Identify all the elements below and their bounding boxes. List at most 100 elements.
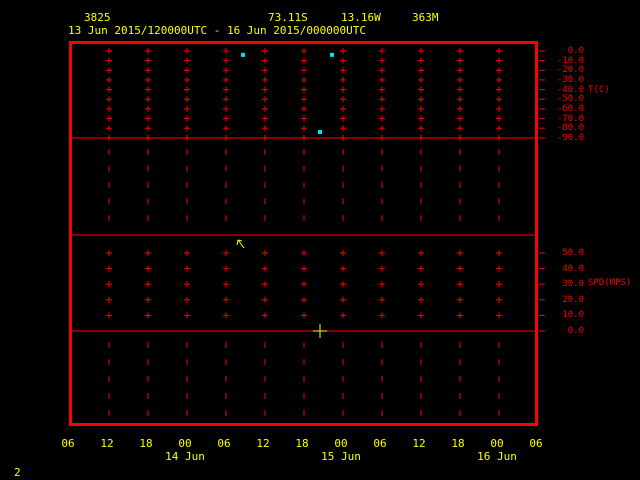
grid-cross <box>262 250 268 256</box>
grid-cross <box>418 48 424 54</box>
temperature-tick-label: -70.0 <box>556 113 584 124</box>
grid-cross <box>457 125 463 132</box>
grid-cross <box>340 67 346 74</box>
grid-cross <box>418 125 424 132</box>
x-axis-hour-label: 06 <box>61 437 75 450</box>
grid-cross <box>496 67 502 74</box>
grid-cross <box>184 96 190 103</box>
grid-cross <box>262 76 268 83</box>
grid-cross <box>184 86 190 93</box>
grid-cross <box>457 76 463 83</box>
grid-cross <box>457 67 463 74</box>
grid-cross <box>457 296 463 303</box>
grid-cross <box>145 296 151 303</box>
grid-cross <box>496 76 502 83</box>
grid-cross <box>301 115 307 122</box>
temperature-tick-label: -40.0 <box>556 84 584 95</box>
grid-cross <box>457 48 463 54</box>
x-axis-day-label: 16 Jun <box>477 450 517 463</box>
speed-tick-label: 0.0 <box>567 326 584 336</box>
temperature-axis-label: T(C) <box>588 85 610 95</box>
grid-cross <box>145 281 151 288</box>
grid-cross <box>418 57 424 64</box>
grid-cross <box>223 265 229 272</box>
grid-cross <box>184 105 190 112</box>
grid-cross <box>418 115 424 122</box>
grid-cross <box>145 134 151 141</box>
x-axis-day-label: 14 Jun <box>165 450 205 463</box>
grid-cross <box>496 312 502 319</box>
speed-tick-label: 20.0 <box>562 294 584 305</box>
grid-cross <box>379 96 385 103</box>
x-axis-day-label: 15 Jun <box>321 450 361 463</box>
grid-cross <box>262 67 268 74</box>
grid-cross <box>301 265 307 272</box>
x-axis-hour-label: 06 <box>373 437 387 450</box>
grid-cross <box>418 296 424 303</box>
grid-cross <box>145 57 151 64</box>
grid-cross <box>418 105 424 112</box>
temperature-tick-label: -10.0 <box>556 55 584 66</box>
grid-cross <box>184 265 190 272</box>
x-axis-hour-label: 12 <box>100 437 114 450</box>
grid-cross <box>340 105 346 112</box>
grid-cross <box>262 281 268 288</box>
grid-cross <box>496 134 502 141</box>
temperature-data-point <box>241 52 245 57</box>
grid-cross <box>496 96 502 103</box>
grid-cross <box>418 250 424 256</box>
grid-cross <box>223 86 229 93</box>
grid-cross <box>379 265 385 272</box>
grid-cross <box>418 265 424 272</box>
grid-cross <box>496 250 502 256</box>
grid-cross <box>106 86 112 93</box>
grid-cross <box>340 48 346 54</box>
grid-cross <box>379 57 385 64</box>
grid-cross <box>145 76 151 83</box>
grid-cross <box>379 76 385 83</box>
grid-cross <box>340 281 346 288</box>
grid-cross <box>106 296 112 303</box>
grid-cross <box>262 134 268 141</box>
crosshair-cursor-icon[interactable] <box>313 324 327 338</box>
x-axis-hour-label: 18 <box>139 437 153 450</box>
grid-cross <box>457 115 463 122</box>
grid-cross <box>301 86 307 93</box>
grid-cross <box>457 312 463 319</box>
grid-cross <box>262 125 268 132</box>
grid-cross <box>340 265 346 272</box>
grid-cross <box>379 312 385 319</box>
grid-cross <box>145 67 151 74</box>
grid-cross <box>184 115 190 122</box>
grid-cross <box>457 265 463 272</box>
grid-cross <box>184 312 190 319</box>
grid-cross <box>379 281 385 288</box>
grid-cross <box>184 125 190 132</box>
grid-cross <box>301 96 307 103</box>
grid-cross <box>223 125 229 132</box>
grid-cross <box>184 250 190 256</box>
speed-tick-label: 10.0 <box>562 310 584 321</box>
grid-cross <box>340 134 346 141</box>
grid-cross <box>301 105 307 112</box>
grid-cross <box>301 67 307 74</box>
temperature-tick-label: -20.0 <box>556 65 584 76</box>
grid-cross <box>184 134 190 141</box>
grid-cross <box>340 312 346 319</box>
temperature-data-point <box>318 130 322 135</box>
grid-cross <box>223 57 229 64</box>
grid-cross <box>106 76 112 83</box>
grid-cross <box>418 67 424 74</box>
speed-axis-label: SPD(MPS) <box>588 278 632 288</box>
grid-cross <box>223 281 229 288</box>
grid-cross <box>379 67 385 74</box>
grid-cross <box>301 57 307 64</box>
grid-cross <box>262 57 268 64</box>
temperature-tick-label: -80.0 <box>556 123 584 134</box>
temperature-tick-label: -50.0 <box>556 94 584 105</box>
grid-cross <box>106 48 112 54</box>
grid-cross <box>106 265 112 272</box>
corner-label: 2 <box>14 466 21 479</box>
grid-cross <box>223 250 229 256</box>
grid-cross <box>418 312 424 319</box>
